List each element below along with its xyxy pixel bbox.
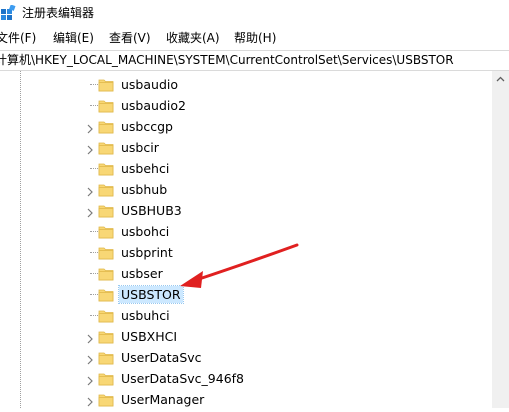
tree-branch-line: [90, 168, 98, 169]
menu-favorites[interactable]: 收藏夹(A): [166, 30, 220, 46]
chevron-right-icon[interactable]: [84, 141, 96, 155]
tree-item[interactable]: usbser: [0, 263, 492, 284]
tree-branch-line: [90, 294, 98, 295]
chevron-right-icon[interactable]: [84, 393, 96, 407]
tree-item[interactable]: usbuhci: [0, 305, 492, 326]
folder-icon: [98, 329, 114, 344]
folder-icon: [98, 266, 114, 281]
tree-item-label: USBHUB3: [121, 203, 182, 218]
tree-item-label: UserManager: [121, 392, 205, 407]
tree-branch-line: [90, 252, 98, 253]
folder-icon: [98, 182, 114, 197]
address-path[interactable]: 计算机\HKEY_LOCAL_MACHINE\SYSTEM\CurrentCon…: [0, 53, 454, 68]
tree-item-label: USBSTOR: [118, 285, 184, 304]
address-bar[interactable]: 计算机\HKEY_LOCAL_MACHINE\SYSTEM\CurrentCon…: [0, 50, 509, 71]
menu-file[interactable]: 文件(F): [0, 30, 36, 46]
tree-branch-line: [90, 231, 98, 232]
tree-item[interactable]: usbehci: [0, 158, 492, 179]
tree-item[interactable]: USBXHCI: [0, 326, 492, 347]
tree-branch-line: [90, 315, 98, 316]
title-bar: 注册表编辑器: [0, 0, 509, 26]
tree-item[interactable]: usbprint: [0, 242, 492, 263]
menu-view[interactable]: 查看(V): [109, 30, 151, 46]
folder-icon: [98, 119, 114, 134]
folder-icon: [98, 245, 114, 260]
folder-icon: [98, 371, 114, 386]
tree-item-label: usbhub: [121, 182, 168, 197]
folder-icon: [98, 77, 114, 92]
tree-item-label: usbcir: [121, 140, 159, 155]
chevron-right-icon[interactable]: [84, 372, 96, 386]
tree-item-label: usbccgp: [121, 119, 173, 134]
folder-icon: [98, 350, 114, 365]
menu-help[interactable]: 帮助(H): [234, 30, 276, 46]
tree-item-label: USBXHCI: [121, 329, 178, 344]
folder-icon: [98, 203, 114, 218]
tree-item[interactable]: usbaudio: [0, 74, 492, 95]
tree-item-label: UserDataSvc_946f8: [121, 371, 245, 386]
folder-icon: [98, 224, 114, 239]
tree-item-label: usbehci: [121, 161, 170, 176]
tree-item[interactable]: UserManager: [0, 389, 492, 410]
tree-item-label: usbaudio: [121, 77, 179, 92]
tree-branch-line: [90, 84, 98, 85]
tree-item[interactable]: usbhub: [0, 179, 492, 200]
folder-icon: [98, 287, 114, 302]
chevron-right-icon[interactable]: [84, 351, 96, 365]
registry-editor-icon: [0, 4, 16, 21]
tree-branch-line: [90, 105, 98, 106]
registry-tree[interactable]: usbaudio usbaudio2 usbccgp usbcir usbehci usb…: [0, 71, 492, 408]
tree-branch-line: [90, 273, 98, 274]
tree-item-label: usbuhci: [121, 308, 170, 323]
tree-item-label: UserDataSvc: [121, 350, 202, 365]
window-title: 注册表编辑器: [22, 6, 95, 20]
folder-icon: [98, 98, 114, 113]
tree-item[interactable]: usbcir: [0, 137, 492, 158]
vertical-scrollbar[interactable]: [492, 71, 509, 408]
tree-item-label: usbohci: [121, 224, 170, 239]
tree-item-label: usbprint: [121, 245, 173, 260]
folder-icon: [98, 392, 114, 407]
tree-item[interactable]: UserDataSvc_946f8: [0, 368, 492, 389]
tree-item[interactable]: usbaudio2: [0, 95, 492, 116]
chevron-up-icon[interactable]: [492, 71, 509, 88]
tree-item[interactable]: USBHUB3: [0, 200, 492, 221]
menu-edit[interactable]: 编辑(E): [53, 30, 94, 46]
folder-icon: [98, 161, 114, 176]
folder-icon: [98, 140, 114, 155]
menu-bar: 文件(F) 编辑(E) 查看(V) 收藏夹(A) 帮助(H): [0, 28, 509, 48]
tree-item-label: usbser: [121, 266, 163, 281]
folder-icon: [98, 308, 114, 323]
tree-item[interactable]: USBSTOR: [0, 284, 492, 305]
tree-item[interactable]: usbccgp: [0, 116, 492, 137]
chevron-right-icon[interactable]: [84, 204, 96, 218]
chevron-right-icon[interactable]: [84, 183, 96, 197]
tree-item-label: usbaudio2: [121, 98, 186, 113]
tree-item[interactable]: UserDataSvc: [0, 347, 492, 368]
chevron-right-icon[interactable]: [84, 330, 96, 344]
chevron-right-icon[interactable]: [84, 120, 96, 134]
tree-item[interactable]: usbohci: [0, 221, 492, 242]
